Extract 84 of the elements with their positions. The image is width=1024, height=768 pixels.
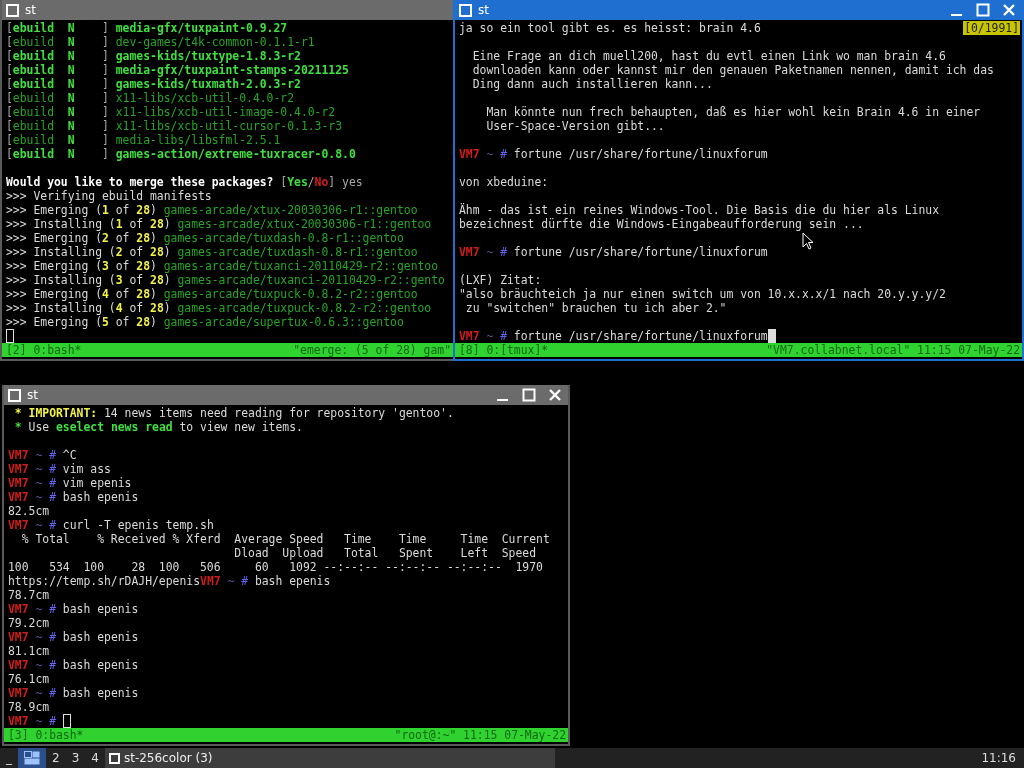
terminal-line: >>> Installing (2 of 28) games-arcade/tuxdash-0.8-r1::gentoo	[6, 245, 418, 259]
terminal-line: VM7 ~ # fortune /usr/share/fortune/linuxforum	[459, 147, 768, 161]
terminal-line: VM7 ~ # bash epenis	[8, 630, 139, 644]
terminal-line: [ebuild N ] media-gfx/tuxpaint-stamps-20211125	[6, 63, 349, 77]
terminal-line: * IMPORTANT: 14 news items need reading for repository 'gentoo'.	[13, 406, 454, 420]
terminal-line: Eine Frage an dich muell200, hast du evtl einen Link wo man brain 4.6	[471, 49, 946, 63]
terminal-line: bezeichnest dürfte die Windows-Eingabeaufforderung sein ...	[459, 217, 864, 231]
terminal-line: Man könnte nun frech behaupten, daß es hier wohl kein Brain 4.6 in einer	[485, 105, 981, 119]
close-button[interactable]	[1002, 3, 1016, 17]
terminal-line: >>> Emerging (4 of 28) games-arcade/tuxpuck-0.8.2-r2::gentoo	[6, 287, 418, 301]
terminal-line: https://temp.sh/rDAJH/epenisVM7 ~ # bash epenis	[8, 574, 331, 588]
terminal-line: VM7 ~ # bash epenis	[8, 602, 139, 616]
status-text: [8] 0:[tmux]*	[459, 343, 549, 357]
terminal-line: "also bräuchteich ja nur einen switch um von 10.x.x.x/1 nach 20.y.y.y/2	[459, 287, 946, 301]
terminal-line: [ebuild N ] games-kids/tuxtype-1.8.3-r2	[6, 49, 301, 63]
window-title: st	[25, 3, 37, 17]
terminal-line: Ähm - das ist ein reines Windows-Tool. Die Basis die du hier als Linux	[459, 203, 940, 217]
clock: 11:16	[981, 751, 1017, 765]
mouse-pointer-icon	[802, 232, 814, 250]
terminal-line: % Total % Received % Xferd Average Speed Time Time Time Current	[20, 532, 550, 546]
terminal-line: User-Space-Version gibt...	[485, 119, 665, 133]
terminal-line: [ebuild N ] games-kids/tuxmath-2.0.3-r2	[6, 77, 301, 91]
terminal-line: VM7 ~ # bash epenis	[8, 686, 139, 700]
terminal-line: ja so ein tool gibt es. es heisst: brain 4.6	[459, 21, 761, 35]
terminal-line: [ebuild N ] x11-libs/xcb-util-cursor-0.1.3-r3	[6, 119, 343, 133]
terminal-line: 78.9cm	[8, 700, 50, 714]
terminal-line: [ebuild N ] x11-libs/xcb-util-image-0.4.0-r2	[6, 105, 336, 119]
terminal-line: 78.7cm	[8, 588, 50, 602]
terminal-line: Would you like to merge these packages? [Yes/No] yes	[6, 175, 363, 189]
terminal-line: [ebuild N ] dev-games/t4k-common-0.1.1-r1	[6, 35, 315, 49]
terminal-line: Ding dann auch installieren kann...	[471, 77, 713, 91]
terminal-line: [ebuild N ] media-gfx/tuxpaint-0.9.27	[6, 21, 288, 35]
maximize-button[interactable]	[522, 388, 536, 402]
status-text: "root@:~" 11:15 07-May-22	[394, 728, 566, 742]
terminal-line: >>> Emerging (1 of 28) games-arcade/xtux-20030306-r1::gentoo	[6, 203, 418, 217]
terminal-line: * Use eselect news read to view new items.	[13, 420, 303, 434]
layout-icon	[24, 751, 40, 765]
scroll-position-badge: [0/1991]	[963, 21, 1020, 35]
status-text: [2] 0:bash*	[6, 343, 82, 357]
terminal-line: >>> Emerging (3 of 28) games-arcade/tuxanci-20110429-r2::gentoo	[6, 259, 439, 273]
terminal-line: (LXF) Zitat:	[459, 273, 542, 287]
status-text: [3] 0:bash*	[8, 728, 84, 742]
menu-button[interactable]: _	[0, 751, 18, 765]
window-icon	[8, 388, 21, 402]
window-title: st	[27, 388, 39, 402]
close-button[interactable]	[548, 388, 562, 402]
task-button[interactable]: st-256color (3)	[104, 748, 555, 768]
workspace-button[interactable]: 2	[46, 748, 66, 768]
terminal-line: VM7 ~ #	[8, 714, 57, 728]
terminal-line: VM7 ~ # ^C	[8, 448, 77, 462]
terminal-line: VM7 ~ # bash epenis	[8, 658, 139, 672]
terminal-line: VM7 ~ # bash epenis	[8, 490, 139, 504]
maximize-button[interactable]	[976, 3, 990, 17]
terminal-line: >>> Installing (4 of 28) games-arcade/tuxpuck-0.8.2-r2::gentoo	[6, 301, 432, 315]
terminal-line: 100 534 100 28 100 506 60 1092 --:--:-- --:--:-- --:--:-- 1970	[8, 560, 543, 574]
window-title: st	[478, 3, 490, 17]
terminal-line: VM7 ~ # curl -T epenis temp.sh	[8, 518, 214, 532]
terminal-line: 76.1cm	[8, 672, 50, 686]
terminal-line: >>> Emerging (5 of 28) games-arcade/supertux-0.6.3::gentoo	[6, 315, 404, 329]
status-text: "emerge: (5 of 28) gam"	[293, 343, 451, 357]
terminal-line: zu "switchen" brauchen tu ich aber 2."	[464, 301, 727, 315]
terminal-line: [ebuild N ] games-action/extreme-tuxracer-0.8.0	[6, 147, 356, 161]
window-icon	[459, 3, 472, 17]
status-text: "VM7.collabnet.local" 11:15 07-May-22	[766, 343, 1020, 357]
terminal-line: >>> Installing (1 of 28) games-arcade/xtux-20030306-r1::gentoo	[6, 217, 432, 231]
terminal-line: Dload Upload Total Spent Left Speed	[233, 546, 537, 560]
terminal-line: VM7 ~ # fortune /usr/share/fortune/linuxforum	[459, 245, 768, 259]
workspace-button[interactable]	[18, 748, 46, 768]
terminal-line: >>> Installing (3 of 28) games-arcade/tuxanci-20110429-r2::gento	[6, 273, 445, 287]
terminal-line: VM7 ~ # vim epenis	[8, 476, 132, 490]
terminal-line: VM7 ~ # fortune /usr/share/fortune/linuxforum	[459, 329, 768, 343]
window-icon	[6, 3, 19, 17]
terminal-line: downloaden kann oder kannst mir den genauen Paketnamen nennen, damit ich das	[471, 63, 994, 77]
terminal-line: VM7 ~ # vim ass	[8, 462, 111, 476]
workspace-button[interactable]: 3	[65, 748, 86, 768]
terminal-line: 79.2cm	[8, 616, 50, 630]
terminal-line: 82.5cm	[8, 504, 50, 518]
terminal-line: [ebuild N ] media-libs/libsfml-2.5.1	[6, 133, 281, 147]
workspace-button[interactable]: 4	[85, 748, 105, 768]
terminal-line: 81.1cm	[8, 644, 50, 658]
terminal-line: >>> Emerging (2 of 28) games-arcade/tuxdash-0.8-r1::gentoo	[6, 231, 404, 245]
terminal-line: von xbeduine:	[459, 175, 549, 189]
terminal-line: [ebuild N ] x11-libs/xcb-util-0.4.0-r2	[6, 91, 295, 105]
terminal-line: >>> Verifying ebuild manifests	[6, 189, 212, 203]
